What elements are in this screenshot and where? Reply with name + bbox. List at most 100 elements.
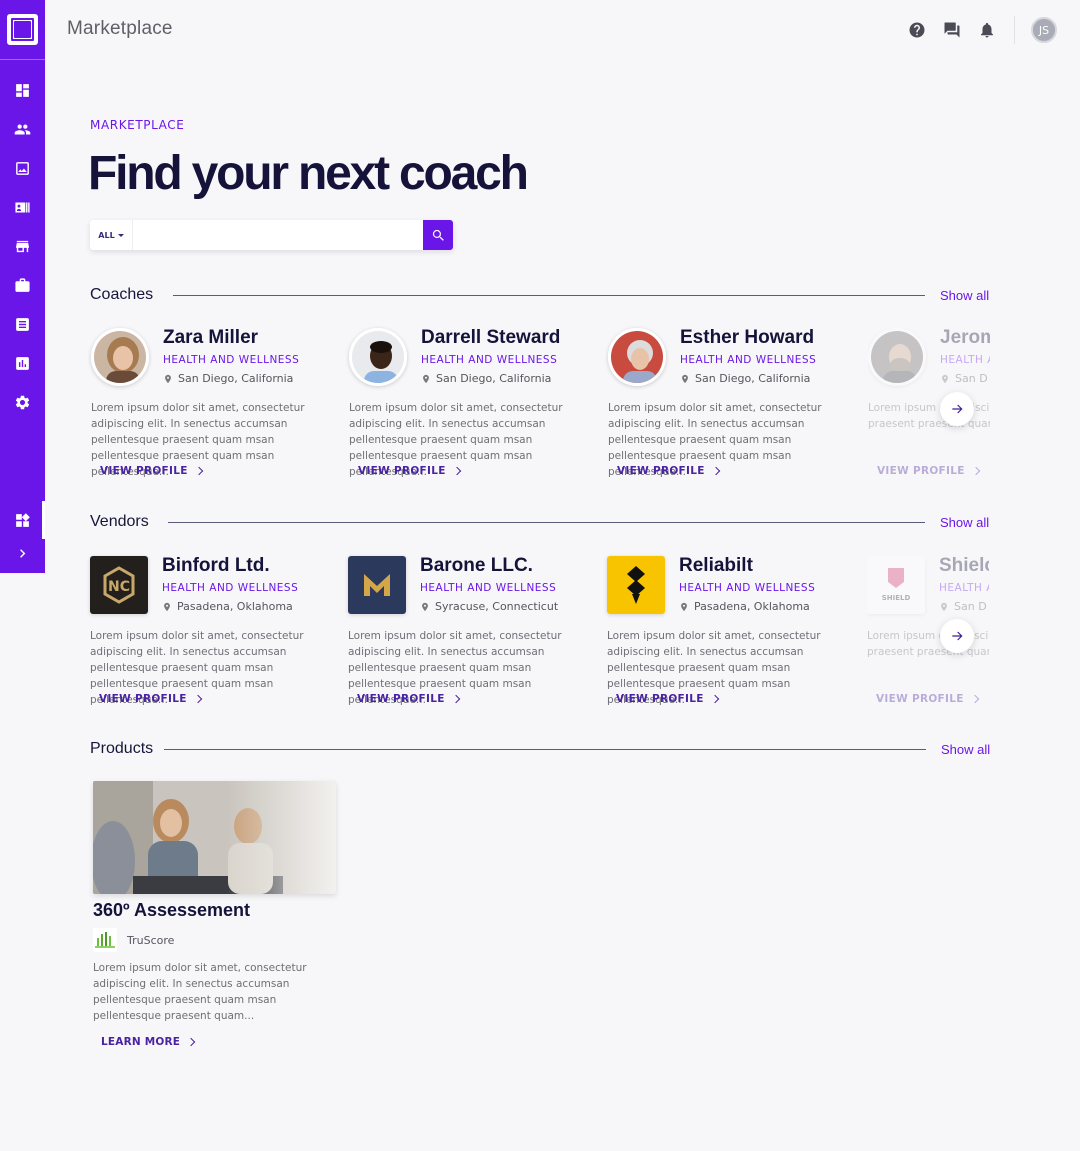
divider: [164, 749, 926, 750]
search-icon: [432, 229, 444, 241]
chevron-right-icon: [710, 694, 719, 704]
view-profile-button[interactable]: VIEW PROFILE: [357, 693, 460, 705]
divider: [173, 295, 925, 296]
chevron-right-icon: [194, 466, 203, 476]
shield-logo-text: SHIELD: [882, 594, 911, 602]
search-scope-select[interactable]: ALL: [90, 220, 132, 250]
app-logo[interactable]: [0, 0, 45, 60]
location-pin-icon: [422, 602, 428, 611]
briefcase-icon[interactable]: [0, 269, 45, 301]
vendor-logo: SHIELD: [867, 556, 925, 614]
gear-icon[interactable]: [0, 386, 45, 418]
search-button[interactable]: [423, 220, 453, 250]
coach-location-text: San Diego, California: [436, 372, 552, 385]
coach-photo: [868, 328, 926, 386]
top-header: Marketplace JS: [45, 0, 1080, 60]
coach-card: Darrell Steward HEALTH AND WELLNESS San …: [349, 327, 594, 488]
location-pin-icon: [681, 602, 687, 611]
vendor-card: Barone LLC. HEALTH AND WELLNESS Syracuse…: [348, 555, 593, 716]
view-profile-button[interactable]: VIEW PROFILE: [617, 465, 720, 477]
products-show-all-link[interactable]: Show all: [941, 742, 990, 757]
coach-category: HEALTH AND WELLNESS: [163, 354, 300, 366]
product-title[interactable]: 360º Assessement: [93, 900, 250, 921]
vendor-name[interactable]: Barone LLC.: [420, 555, 533, 577]
vendor-category: HEALTH A: [939, 582, 989, 594]
chart-icon[interactable]: [0, 347, 45, 379]
chevron-right-icon: [452, 466, 461, 476]
vendor-location: Syracuse, Connecticut: [420, 600, 558, 613]
header-divider: [1014, 16, 1015, 44]
view-profile-button[interactable]: VIEW PROFILE: [876, 693, 979, 705]
view-profile-label: VIEW PROFILE: [877, 465, 965, 477]
bell-icon[interactable]: [977, 20, 997, 40]
vendor-location: Pasadena, Oklahoma: [162, 600, 293, 613]
view-profile-label: VIEW PROFILE: [99, 693, 187, 705]
chevron-right-icon: [971, 466, 980, 476]
learn-more-label: LEARN MORE: [101, 1036, 181, 1048]
location-pin-icon: [423, 374, 429, 383]
view-profile-button[interactable]: VIEW PROFILE: [877, 465, 980, 477]
coach-name[interactable]: Zara Miller: [163, 327, 258, 349]
coach-location: San D: [940, 372, 988, 385]
coach-name[interactable]: Esther Howard: [680, 327, 814, 349]
vendor-location-text: Pasadena, Oklahoma: [177, 600, 293, 613]
view-profile-label: VIEW PROFILE: [617, 465, 705, 477]
coaches-section-title: Coaches: [90, 286, 154, 303]
location-pin-icon: [942, 374, 948, 383]
coaches-show-all-link[interactable]: Show all: [940, 288, 989, 303]
coach-location-text: San Diego, California: [695, 372, 811, 385]
vendor-location: Pasadena, Oklahoma: [679, 600, 810, 613]
product-vendor-name[interactable]: TruScore: [127, 934, 174, 947]
view-profile-button[interactable]: VIEW PROFILE: [99, 693, 202, 705]
view-profile-button[interactable]: VIEW PROFILE: [616, 693, 719, 705]
vendor-logo: [348, 556, 406, 614]
coach-category: HEALTH AND WELLNESS: [421, 354, 558, 366]
vendor-name[interactable]: Reliabilt: [679, 555, 753, 577]
coach-photo: [349, 328, 407, 386]
store-icon[interactable]: [0, 230, 45, 262]
svg-text:NC: NC: [108, 579, 130, 595]
arrow-right-icon: [952, 631, 963, 641]
chat-icon[interactable]: [942, 20, 962, 40]
coaches-next-button[interactable]: [940, 392, 974, 426]
chevron-right-icon[interactable]: [0, 537, 45, 569]
avatar[interactable]: JS: [1031, 17, 1057, 43]
list-icon[interactable]: [0, 308, 45, 340]
vendor-card: Reliabilt HEALTH AND WELLNESS Pasadena, …: [607, 555, 852, 716]
coach-name[interactable]: Jerom: [940, 328, 990, 349]
vendor-location-text: Pasadena, Oklahoma: [694, 600, 810, 613]
location-pin-icon: [164, 602, 170, 611]
help-icon[interactable]: [907, 20, 927, 40]
coach-card: Esther Howard HEALTH AND WELLNESS San Di…: [608, 327, 853, 488]
chevron-right-icon: [451, 694, 460, 704]
vendor-category: HEALTH AND WELLNESS: [420, 582, 557, 594]
vendor-category: HEALTH AND WELLNESS: [162, 582, 299, 594]
view-profile-label: VIEW PROFILE: [358, 465, 446, 477]
contacts-icon[interactable]: [0, 191, 45, 223]
vendors-section-title: Vendors: [90, 513, 149, 530]
vendors-show-all-link[interactable]: Show all: [940, 515, 989, 530]
image-icon[interactable]: [0, 152, 45, 184]
dashboard-icon[interactable]: [0, 74, 45, 106]
vendor-name[interactable]: Binford Ltd.: [162, 555, 270, 577]
truscore-logo: [93, 928, 117, 952]
vendor-card: NC Binford Ltd. HEALTH AND WELLNESS Pasa…: [90, 555, 335, 716]
vendors-next-button[interactable]: [940, 619, 974, 653]
learn-more-button[interactable]: LEARN MORE: [101, 1036, 196, 1048]
vendor-category: HEALTH AND WELLNESS: [679, 582, 816, 594]
view-profile-label: VIEW PROFILE: [616, 693, 704, 705]
arrow-right-icon: [952, 404, 963, 414]
view-profile-button[interactable]: VIEW PROFILE: [358, 465, 461, 477]
chevron-right-icon: [186, 1037, 196, 1047]
location-pin-icon: [682, 374, 688, 383]
chevron-right-icon: [711, 466, 720, 476]
widgets-icon[interactable]: [0, 501, 45, 539]
coach-name[interactable]: Darrell Steward: [421, 327, 560, 349]
coach-category: HEALTH AND WELLNESS: [680, 354, 817, 366]
vendor-name[interactable]: Shielc: [939, 556, 989, 577]
people-icon[interactable]: [0, 113, 45, 145]
search-input[interactable]: [132, 220, 423, 250]
product-image[interactable]: [93, 781, 336, 894]
view-profile-button[interactable]: VIEW PROFILE: [100, 465, 203, 477]
product-description: Lorem ipsum dolor sit amet, consectetur …: [93, 962, 307, 1022]
